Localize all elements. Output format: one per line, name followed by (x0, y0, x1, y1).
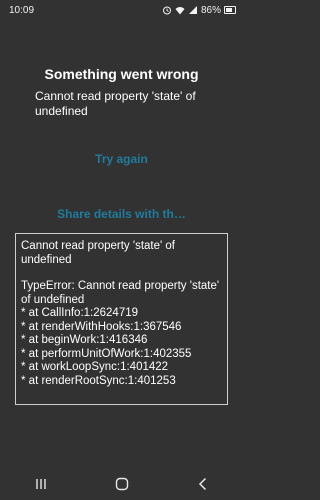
recent-apps-icon[interactable] (33, 476, 49, 492)
stack-line: * at performUnitOfWork:1:402355 (21, 347, 192, 360)
stack-line: * at renderRootSync:1:401253 (21, 374, 176, 387)
error-type-line: TypeError: Cannot read property 'state' … (21, 280, 220, 306)
stack-line: * at workLoopSync:1:401422 (21, 361, 169, 373)
error-message: Cannot read property 'state' of undefine… (35, 89, 196, 118)
error-details-box: Cannot read property 'state' of undefine… (15, 233, 228, 405)
share-details-button[interactable]: Share details with th… (0, 207, 243, 221)
navigation-bar (0, 468, 243, 500)
stack-line: * at renderWithHooks:1:367546 (21, 320, 182, 333)
status-icons: 86% (162, 5, 236, 16)
app-screen: 10:09 86% Something went wrong Cannot re… (0, 0, 243, 500)
alarm-icon (162, 6, 171, 15)
try-again-button[interactable]: Try again (0, 152, 243, 166)
stack-line: * at beginWork:1:416346 (21, 334, 148, 346)
wifi-icon (175, 7, 185, 15)
error-details-message: Cannot read property 'state' of undefine… (21, 240, 175, 266)
signal-icon (188, 6, 197, 14)
home-icon[interactable] (114, 476, 130, 492)
status-time: 10:09 (9, 4, 35, 16)
battery-percent: 86% (200, 4, 221, 16)
back-icon[interactable] (195, 476, 211, 492)
error-title: Something went wrong (44, 66, 199, 82)
status-bar: 10:09 86% (0, 0, 243, 20)
battery-icon (224, 6, 236, 14)
stack-line: * at CallInfo:1:2624719 (21, 307, 139, 319)
